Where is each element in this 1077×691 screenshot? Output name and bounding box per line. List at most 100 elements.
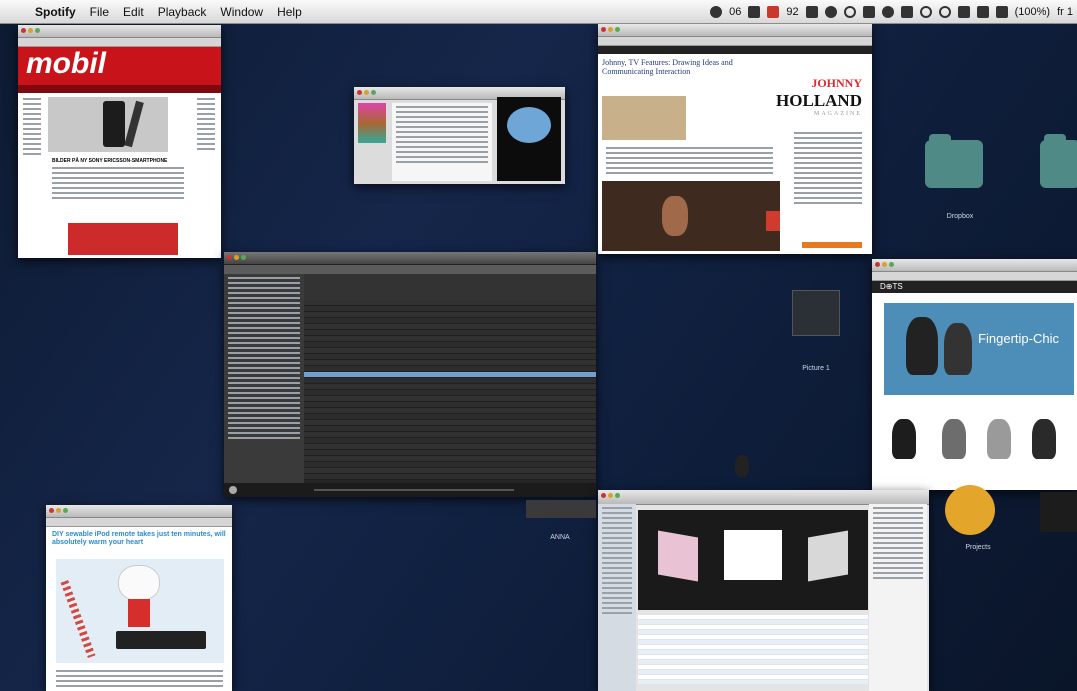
address-bar[interactable] (46, 518, 232, 527)
mail-count: 92 (786, 5, 799, 18)
glove-black[interactable] (892, 419, 916, 459)
terminal-icon[interactable] (1040, 492, 1077, 532)
gear-icon[interactable] (824, 5, 837, 18)
battery-percent: (100%) (1014, 5, 1051, 18)
itunes-toolbar[interactable] (598, 490, 929, 505)
calendar-icon[interactable] (748, 5, 761, 18)
craft-photo (56, 559, 224, 663)
itunes-coverflow[interactable] (638, 510, 868, 610)
video-text-panel (392, 103, 492, 181)
titlebar[interactable] (46, 505, 232, 518)
mobil-article: BILDER PÅ NY SONY ERICSSON-SMARTPHONE (48, 155, 188, 202)
jh-brand: JOHNNY HOLLAND MAGAZINE (776, 76, 862, 117)
refresh-icon[interactable] (919, 5, 932, 18)
spotify-playlist-header (304, 274, 596, 300)
itunes-source-list[interactable] (598, 504, 636, 691)
coke-photo (68, 223, 178, 255)
dots-hero-banner: Fingertip-Chic (884, 303, 1074, 395)
window-mobil-browser[interactable]: mobil BILDER PÅ NY SONY ERICSSON-SMARTPH… (18, 25, 221, 258)
timemachine-icon[interactable] (843, 5, 856, 18)
window-craft-blog[interactable]: DIY sewable iPod remote takes just ten m… (46, 505, 232, 691)
address-bar[interactable] (872, 272, 1077, 281)
jh-brand-line1: JOHNNY (811, 76, 862, 90)
window-dots-store[interactable]: D⊕TS Fingertip-Chic (872, 259, 1077, 490)
folder-icon[interactable] (1040, 134, 1077, 188)
menu-help[interactable]: Help (270, 5, 309, 19)
dots-logo: D⊕TS (872, 281, 1077, 293)
mobil-nav[interactable] (18, 85, 221, 93)
menu-file[interactable]: File (83, 5, 116, 19)
wifi-icon[interactable] (881, 5, 894, 18)
menu-window[interactable]: Window (213, 5, 270, 19)
spotify-tracklist[interactable] (304, 274, 596, 483)
mobil-logo: mobil (26, 47, 106, 80)
mobil-left-column (19, 95, 45, 245)
dots-breadcrumb (872, 293, 1077, 301)
craft-headline[interactable]: DIY sewable iPod remote takes just ten m… (52, 531, 226, 547)
titlebar[interactable] (872, 259, 1077, 272)
titlebar[interactable] (224, 252, 596, 265)
clock-text: fr 1 (1057, 5, 1073, 18)
sync-icon[interactable] (805, 5, 818, 18)
glove-light[interactable] (987, 419, 1011, 459)
anna-label: ANNA (550, 534, 570, 541)
itunes-tracklist[interactable] (638, 614, 868, 685)
address-bar[interactable] (598, 37, 872, 46)
gmail-icon[interactable] (767, 5, 780, 18)
glove-dark[interactable] (1032, 419, 1056, 459)
jh-sketch-photo (602, 96, 686, 140)
window-spotify[interactable] (224, 252, 596, 497)
spotify-playback-bar[interactable] (224, 483, 596, 497)
titlebar[interactable] (598, 24, 872, 37)
jh-ad-strip (802, 242, 862, 248)
window-video-player[interactable] (354, 87, 565, 184)
dropbox-folder-icon[interactable] (925, 134, 983, 188)
menu-bar: Spotify File Edit Playback Window Help 0… (0, 0, 1077, 24)
jh-navbar[interactable] (598, 46, 872, 54)
mobil-header: mobil (18, 47, 221, 85)
script-icon[interactable] (862, 5, 875, 18)
coverflow-front-album[interactable] (724, 530, 782, 580)
jh-video[interactable] (602, 181, 780, 251)
projects-folder-icon[interactable] (945, 485, 995, 535)
battery-icon (995, 5, 1008, 18)
jh-body-text (602, 144, 777, 177)
menu-extras: 06 92 (100%) fr 1 (710, 0, 1077, 23)
penguin-icon[interactable] (735, 455, 749, 477)
mobil-headline[interactable]: BILDER PÅ NY SONY ERICSSON-SMARTPHONE (52, 158, 184, 164)
status-icon[interactable] (710, 5, 723, 18)
titlebar[interactable] (18, 25, 221, 38)
expose-desktop: Spotify File Edit Playback Window Help 0… (0, 0, 1077, 691)
menu-playback[interactable]: Playback (151, 5, 214, 19)
mobil-right-column (193, 95, 219, 245)
jh-sidebar (790, 129, 866, 207)
display-icon[interactable] (957, 5, 970, 18)
projects-label: Projects (965, 544, 991, 551)
progress-slider[interactable] (314, 489, 514, 491)
bluetooth-icon[interactable] (900, 5, 913, 18)
picture1-label: Picture 1 (802, 365, 830, 372)
jh-article-title[interactable]: Johnny, TV Features: Drawing Ideas and C… (602, 58, 772, 76)
jh-brand-line3: MAGAZINE (814, 111, 862, 117)
video-thumb (358, 103, 386, 143)
window-johnny-holland[interactable]: Johnny, TV Features: Drawing Ideas and C… (598, 24, 872, 254)
glove-grey[interactable] (942, 419, 966, 459)
itunes-sidebar (869, 504, 927, 691)
menu-app-name[interactable]: Spotify (28, 5, 83, 19)
craft-body-text (52, 667, 227, 690)
status-count-06: 06 (729, 5, 742, 18)
spotify-sidebar[interactable] (224, 274, 304, 483)
clock-icon[interactable] (938, 5, 951, 18)
dots-hero-text: Fingertip-Chic (978, 331, 1059, 346)
play-button[interactable] (229, 486, 237, 494)
address-bar[interactable] (18, 38, 221, 47)
volume-icon[interactable] (976, 5, 989, 18)
picture1-icon[interactable] (792, 290, 840, 336)
dropbox-label: Dropbox (946, 213, 974, 220)
anna-drive-icon[interactable] (526, 500, 596, 518)
jh-brand-line2: HOLLAND (776, 91, 862, 110)
menu-edit[interactable]: Edit (116, 5, 151, 19)
phone-photo (48, 97, 168, 152)
video-frame (497, 97, 561, 181)
window-itunes[interactable] (598, 490, 929, 691)
